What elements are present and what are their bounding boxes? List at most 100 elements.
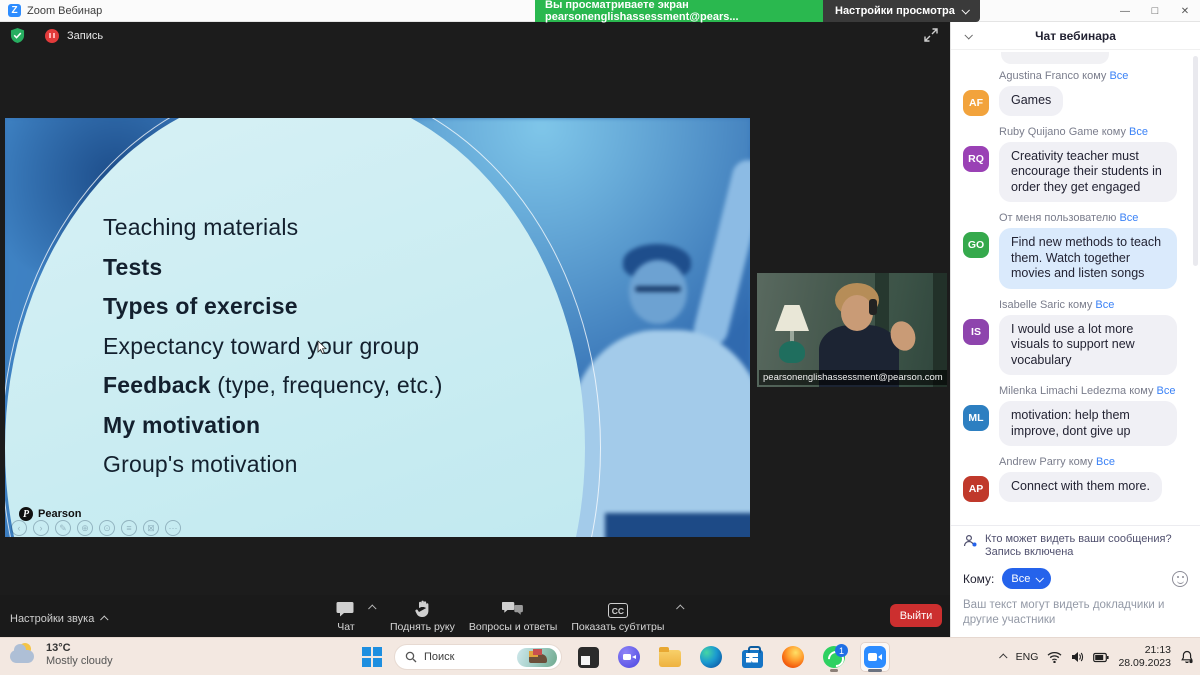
slide-item: Types of exercise	[103, 287, 443, 327]
taskbar-app-edge[interactable]	[696, 642, 726, 672]
start-button[interactable]	[362, 647, 383, 668]
taskbar-app-dark-square[interactable]	[573, 642, 603, 672]
pearson-wordmark: Pearson	[38, 508, 81, 520]
message-bubble: I would use a lot more visuals to suppor…	[999, 315, 1177, 376]
windows-taskbar: 13°C Mostly cloudy Поиск 1	[0, 637, 1200, 675]
recipient-link[interactable]: Все	[1095, 299, 1114, 311]
taskbar-app-chat[interactable]	[614, 642, 644, 672]
search-box[interactable]: Поиск	[394, 644, 562, 670]
avatar: AF	[963, 90, 989, 116]
visibility-notice-text: Кто может видеть ваши сообщения? Запись …	[985, 533, 1188, 559]
minimize-button[interactable]: —	[1110, 0, 1140, 22]
message-bubble: motivation: help them improve, dont give…	[999, 401, 1177, 446]
presenter-name-label: pearsonenglishassessment@pearson.com	[759, 370, 947, 385]
avatar: RQ	[963, 146, 989, 172]
tray-overflow-chevron[interactable]	[999, 653, 1007, 661]
message-sender: Isabelle Saric кому Все	[999, 299, 1192, 311]
record-pause-icon[interactable]	[45, 29, 59, 43]
system-tray: ENG 21:13 28.09.2023	[1001, 638, 1194, 675]
weather-widget[interactable]: 13°C Mostly cloudy	[10, 642, 113, 668]
fullscreen-expand-icon[interactable]	[922, 26, 940, 44]
compose-row: Кому: Все	[963, 568, 1188, 589]
maximize-button[interactable]: □	[1140, 0, 1170, 22]
chat-button[interactable]: Чат	[336, 600, 356, 633]
weather-condition: Mostly cloudy	[46, 655, 113, 668]
prev-slide-icon[interactable]: ‹	[11, 520, 27, 536]
leave-button[interactable]: Выйти	[890, 604, 942, 627]
avatar: ML	[963, 405, 989, 431]
slide-bullet-list: Teaching materials Tests Types of exerci…	[103, 208, 443, 485]
window-titlebar: Z Zoom Вебинар Вы просматриваете экран p…	[0, 0, 1200, 22]
recipient-link[interactable]: Все	[1109, 70, 1128, 82]
emoji-picker-icon[interactable]	[1172, 571, 1188, 587]
chat-message-list[interactable]: AF Agustina Franco кому Все Games RQ Rub…	[951, 50, 1192, 525]
chat-message: IS Isabelle Saric кому Все I would use a…	[963, 299, 1192, 376]
weather-icon	[10, 642, 38, 668]
message-input-placeholder[interactable]: Ваш текст могут видеть докладчики и друг…	[963, 598, 1188, 628]
collapse-chat-chevron[interactable]	[964, 31, 972, 39]
message-sender: Ruby Quijano Game кому Все	[999, 126, 1192, 138]
captions-label: Показать субтитры	[571, 621, 664, 633]
security-shield-icon[interactable]	[10, 28, 25, 43]
slide-item: Expectancy toward your group	[103, 327, 443, 367]
recipient-link[interactable]: Все	[1096, 456, 1115, 468]
language-indicator[interactable]: ENG	[1016, 651, 1039, 663]
view-settings-button[interactable]: Настройки просмотра	[823, 0, 980, 22]
captions-options-chevron[interactable]	[676, 604, 684, 612]
taskbar-app-zoom[interactable]	[860, 642, 890, 672]
taskbar-app-file-explorer[interactable]	[655, 642, 685, 672]
message-sender: Agustina Franco кому Все	[999, 70, 1192, 82]
taskbar-app-microsoft-store[interactable]	[737, 642, 767, 672]
chat-message: RQ Ruby Quijano Game кому Все Creativity…	[963, 126, 1192, 203]
screen: Z Zoom Вебинар Вы просматриваете экран p…	[0, 0, 1200, 675]
recording-label: Запись	[67, 30, 103, 42]
zoom-app-icon: Z	[8, 4, 21, 17]
raised-hand-icon	[415, 600, 430, 618]
whatsapp-badge: 1	[835, 644, 848, 657]
taskbar-app-whatsapp[interactable]: 1	[819, 642, 849, 672]
recipient-select[interactable]: Все	[1002, 568, 1051, 589]
raise-hand-button[interactable]: Поднять руку	[390, 600, 455, 633]
recording-indicator: Запись	[10, 28, 103, 43]
toolbar-controls: Чат Поднять руку Вопросы и ответы CC Пок…	[336, 600, 684, 633]
taskbar-app-firefox[interactable]	[778, 642, 808, 672]
message-bubble: Find new methods to teach them. Watch to…	[999, 228, 1177, 289]
chat-scrollbar[interactable]	[1193, 56, 1198, 266]
weather-temp: 13°C	[46, 642, 113, 655]
to-label: Кому:	[963, 572, 994, 586]
battery-icon[interactable]	[1093, 652, 1109, 663]
chat-options-chevron[interactable]	[368, 604, 376, 612]
clock[interactable]: 21:13 28.09.2023	[1118, 644, 1171, 670]
recipient-link[interactable]: Все	[1119, 212, 1138, 224]
qa-button[interactable]: Вопросы и ответы	[469, 600, 557, 633]
notes-icon[interactable]: ≡	[121, 520, 137, 536]
audience-icon	[963, 534, 978, 549]
audio-settings-button[interactable]: Настройки звука	[10, 613, 108, 625]
recipient-link[interactable]: Все	[1129, 126, 1148, 138]
message-bubble: Connect with them more.	[999, 472, 1162, 502]
share-banner: Вы просматриваете экран pearsonenglishas…	[535, 0, 980, 22]
chat-message: AF Agustina Franco кому Все Games	[963, 70, 1192, 116]
window-controls: — □ ✕	[1110, 0, 1200, 22]
more-tools-icon[interactable]: ⋯	[165, 520, 181, 536]
pen-icon[interactable]: ✎	[55, 520, 71, 536]
presenter-video-thumbnail[interactable]: pearsonenglishassessment@pearson.com	[757, 273, 947, 387]
magnifier-icon[interactable]: ⊙	[99, 520, 115, 536]
slide-item: My motivation	[103, 406, 443, 446]
speaker-icon[interactable]	[1071, 651, 1084, 663]
message-bubble: Games	[999, 86, 1063, 116]
slide-item: Group's motivation	[103, 445, 443, 485]
chat-bubble-icon	[336, 600, 356, 618]
captions-button[interactable]: CC Показать субтитры	[571, 603, 664, 633]
wifi-icon[interactable]	[1047, 651, 1062, 663]
tray-time: 21:13	[1118, 644, 1171, 657]
mouse-cursor	[317, 340, 328, 355]
pearson-icon: P	[19, 507, 33, 521]
recipient-link[interactable]: Все	[1157, 385, 1176, 397]
close-button[interactable]: ✕	[1170, 0, 1200, 22]
notification-bell-icon[interactable]	[1180, 650, 1194, 664]
close-tool-icon[interactable]: ⊠	[143, 520, 159, 536]
next-slide-icon[interactable]: ›	[33, 520, 49, 536]
zoom-in-icon[interactable]: ⊕	[77, 520, 93, 536]
presentation-toolbar: ‹ › ✎ ⊕ ⊙ ≡ ⊠ ⋯	[11, 520, 181, 536]
